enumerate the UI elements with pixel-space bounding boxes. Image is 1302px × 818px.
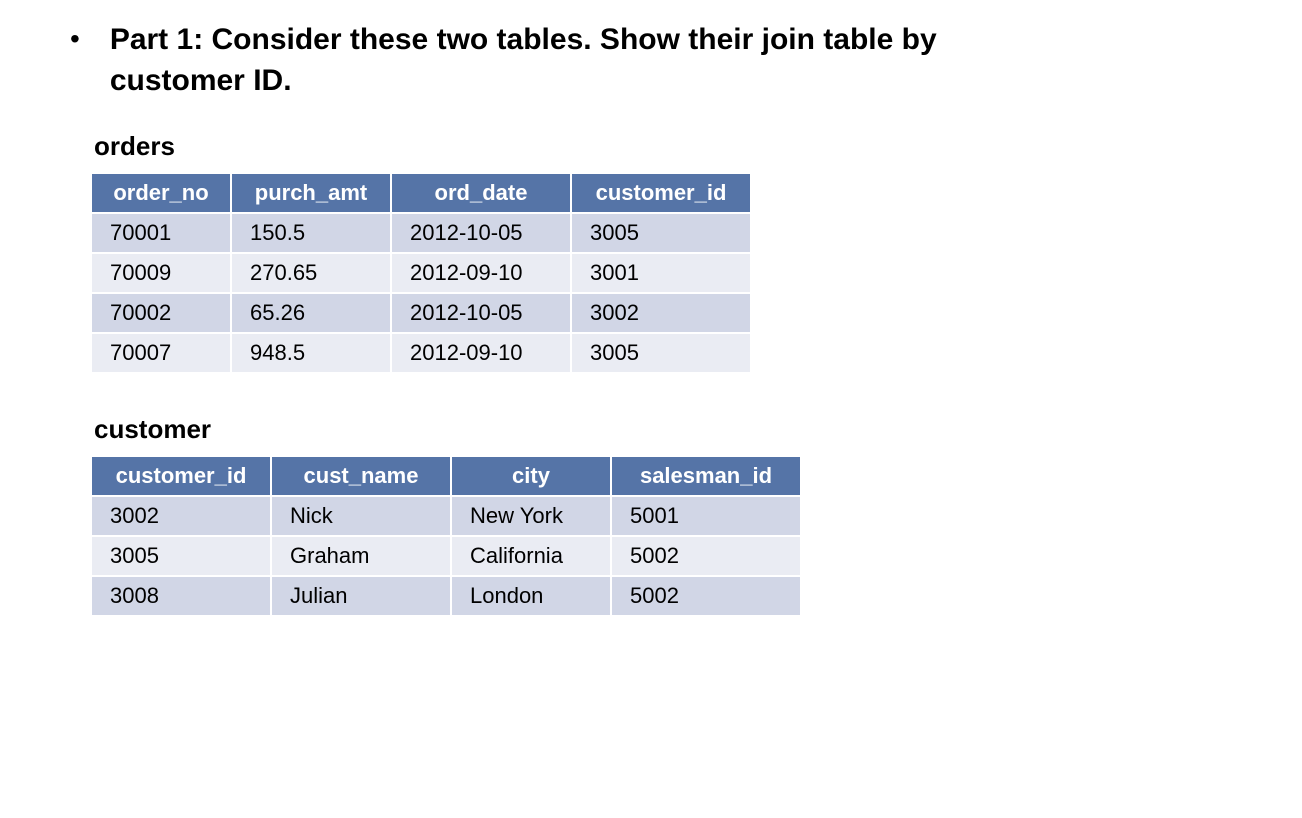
cell: 150.5 (231, 213, 391, 253)
orders-table: order_no purch_amt ord_date customer_id … (90, 172, 752, 374)
orders-block: orders order_no purch_amt ord_date custo… (90, 131, 1262, 374)
orders-header-cell: customer_id (571, 173, 751, 213)
cell: Graham (271, 536, 451, 576)
cell: 70009 (91, 253, 231, 293)
cell: 70007 (91, 333, 231, 373)
cell: New York (451, 496, 611, 536)
orders-header-cell: purch_amt (231, 173, 391, 213)
cell: 3005 (571, 213, 751, 253)
table-row: 3008 Julian London 5002 (91, 576, 801, 616)
customer-block: customer customer_id cust_name city sale… (90, 414, 1262, 617)
cell: Nick (271, 496, 451, 536)
customer-header-cell: city (451, 456, 611, 496)
table-row: 3002 Nick New York 5001 (91, 496, 801, 536)
cell: 3005 (91, 536, 271, 576)
cell: Julian (271, 576, 451, 616)
cell: 70001 (91, 213, 231, 253)
table-row: 70001 150.5 2012-10-05 3005 (91, 213, 751, 253)
cell: 2012-10-05 (391, 213, 571, 253)
cell: 70002 (91, 293, 231, 333)
cell: London (451, 576, 611, 616)
table-row: 70009 270.65 2012-09-10 3001 (91, 253, 751, 293)
cell: California (451, 536, 611, 576)
cell: 5002 (611, 536, 801, 576)
cell: 3008 (91, 576, 271, 616)
cell: 65.26 (231, 293, 391, 333)
table-row: 3005 Graham California 5002 (91, 536, 801, 576)
customer-table: customer_id cust_name city salesman_id 3… (90, 455, 802, 617)
table-row: 70007 948.5 2012-09-10 3005 (91, 333, 751, 373)
table-row: 70002 65.26 2012-10-05 3002 (91, 293, 751, 333)
cell: 2012-09-10 (391, 333, 571, 373)
customer-header-cell: customer_id (91, 456, 271, 496)
orders-header-cell: ord_date (391, 173, 571, 213)
orders-header-cell: order_no (91, 173, 231, 213)
customer-title: customer (94, 414, 1262, 445)
question-text: Part 1: Consider these two tables. Show … (110, 20, 1010, 101)
cell: 5002 (611, 576, 801, 616)
cell: 270.65 (231, 253, 391, 293)
cell: 3005 (571, 333, 751, 373)
orders-header-row: order_no purch_amt ord_date customer_id (91, 173, 751, 213)
cell: 3002 (571, 293, 751, 333)
customer-header-cell: salesman_id (611, 456, 801, 496)
cell: 2012-09-10 (391, 253, 571, 293)
customer-header-cell: cust_name (271, 456, 451, 496)
cell: 2012-10-05 (391, 293, 571, 333)
bullet-icon: • (70, 20, 80, 58)
cell: 3002 (91, 496, 271, 536)
customer-header-row: customer_id cust_name city salesman_id (91, 456, 801, 496)
cell: 3001 (571, 253, 751, 293)
question-block: • Part 1: Consider these two tables. Sho… (40, 20, 1262, 101)
cell: 948.5 (231, 333, 391, 373)
orders-title: orders (94, 131, 1262, 162)
cell: 5001 (611, 496, 801, 536)
